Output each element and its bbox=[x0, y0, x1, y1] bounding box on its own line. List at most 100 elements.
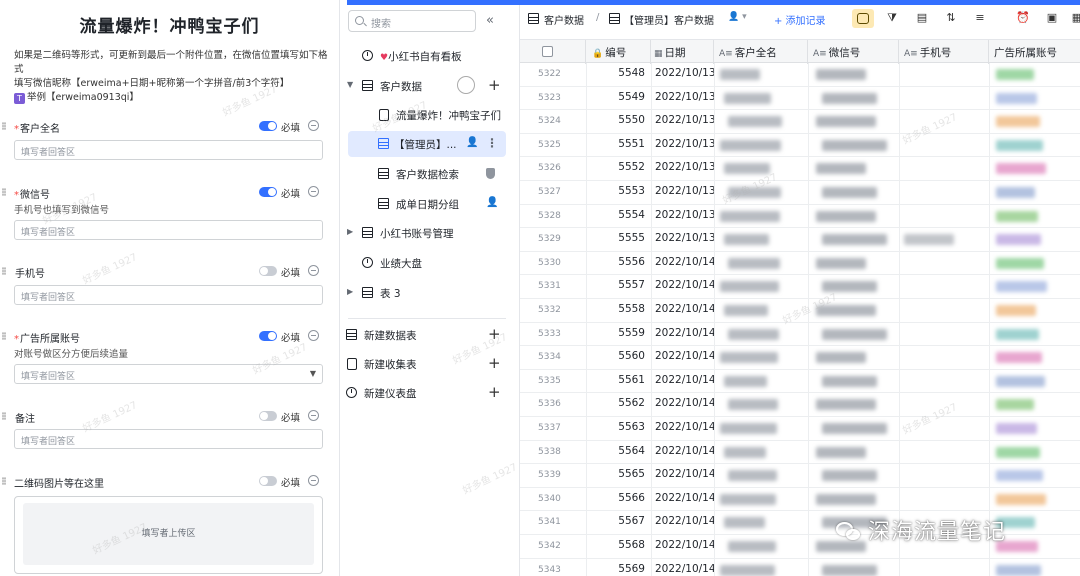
drag-handle-icon[interactable] bbox=[2, 188, 6, 196]
alarm-icon[interactable]: ⏰ bbox=[1016, 11, 1030, 25]
table-row[interactable]: 5326 5552 2022/10/13 bbox=[520, 157, 1080, 181]
table-row[interactable]: 5338 5564 2022/10/14 bbox=[520, 440, 1080, 465]
table-row[interactable]: 5340 5566 2022/10/14 bbox=[520, 487, 1080, 512]
new-datatable-button[interactable]: 新建数据表 + bbox=[340, 322, 506, 348]
cell-wechat-redacted[interactable] bbox=[822, 92, 877, 104]
table-row[interactable]: 5325 5551 2022/10/13 bbox=[520, 133, 1080, 158]
remove-field-icon[interactable] bbox=[308, 475, 319, 486]
cell-phone-redacted[interactable] bbox=[904, 234, 954, 246]
table-row[interactable]: 5336 5562 2022/10/14 bbox=[520, 393, 1080, 417]
cell-number[interactable]: 5563 bbox=[607, 421, 645, 433]
cell-wechat-redacted[interactable] bbox=[816, 493, 876, 505]
breadcrumb-root[interactable]: 客户数据 bbox=[544, 12, 584, 27]
cell-number[interactable]: 5564 bbox=[607, 445, 645, 457]
sort-icon[interactable]: ⇅ bbox=[944, 11, 958, 25]
new-form-button[interactable]: 新建收集表 + bbox=[340, 351, 506, 377]
cell-ad-account-redacted[interactable] bbox=[996, 139, 1043, 151]
cell-number[interactable]: 5562 bbox=[607, 397, 645, 409]
cell-customer-name-redacted[interactable] bbox=[724, 92, 771, 104]
table-row[interactable]: 5328 5554 2022/10/13 bbox=[520, 204, 1080, 229]
wechat-input[interactable]: 填写者回答区 bbox=[14, 220, 323, 240]
table-row[interactable]: 5330 5556 2022/10/14 bbox=[520, 251, 1080, 276]
cell-wechat-redacted[interactable] bbox=[816, 352, 866, 364]
nav-item-xhs-accounts[interactable]: ▶ 小红书账号管理 bbox=[340, 220, 506, 246]
cell-number[interactable]: 5560 bbox=[607, 350, 645, 362]
cell-customer-name-redacted[interactable] bbox=[728, 470, 777, 482]
cell-customer-name-redacted[interactable] bbox=[720, 281, 779, 293]
cell-customer-name-redacted[interactable] bbox=[728, 116, 782, 128]
cell-ad-account-redacted[interactable] bbox=[996, 234, 1041, 246]
column-header-number[interactable]: 🔒 编号 bbox=[586, 40, 651, 64]
customer-name-input[interactable]: 填写者回答区 bbox=[14, 140, 323, 160]
chevron-right-icon[interactable]: ▶ bbox=[347, 227, 353, 236]
cell-wechat-redacted[interactable] bbox=[822, 328, 887, 340]
cell-wechat-redacted[interactable] bbox=[816, 257, 866, 269]
table-row[interactable]: 5323 5549 2022/10/13 bbox=[520, 86, 1080, 111]
cell-customer-name-redacted[interactable] bbox=[728, 257, 780, 269]
remove-field-icon[interactable] bbox=[308, 186, 319, 197]
cell-customer-name-redacted[interactable] bbox=[728, 328, 779, 340]
cell-number[interactable]: 5565 bbox=[607, 468, 645, 480]
cell-ad-account-redacted[interactable] bbox=[996, 116, 1040, 128]
cell-customer-name-redacted[interactable] bbox=[724, 446, 766, 458]
cell-date[interactable]: 2022/10/14 bbox=[655, 374, 716, 386]
chevron-right-icon[interactable]: ▶ bbox=[347, 287, 353, 296]
cell-ad-account-redacted[interactable] bbox=[996, 470, 1043, 482]
column-header-ad-account[interactable]: 广告所属账号 bbox=[989, 40, 1080, 64]
cell-customer-name-redacted[interactable] bbox=[728, 541, 776, 552]
cell-date[interactable]: 2022/10/14 bbox=[655, 303, 716, 315]
required-toggle[interactable] bbox=[259, 187, 277, 197]
cell-customer-name-redacted[interactable] bbox=[720, 352, 778, 364]
nav-item-table3[interactable]: ▶ 表 3 bbox=[340, 280, 506, 306]
cell-ad-account-redacted[interactable] bbox=[996, 257, 1044, 269]
required-toggle[interactable] bbox=[259, 476, 277, 486]
table-row[interactable]: 5332 5558 2022/10/14 bbox=[520, 299, 1080, 323]
required-toggle[interactable] bbox=[259, 411, 277, 421]
table-row[interactable]: 5331 5557 2022/10/14 bbox=[520, 275, 1080, 299]
ad-account-select[interactable]: 填写者回答区 ▼ bbox=[14, 364, 323, 384]
nav-item-xhs-dashboard[interactable]: ♥小红书自有看板 bbox=[340, 43, 506, 69]
cell-number[interactable]: 5551 bbox=[607, 138, 645, 150]
cell-date[interactable]: 2022/10/14 bbox=[655, 563, 716, 575]
cell-number[interactable]: 5566 bbox=[607, 492, 645, 504]
cell-date[interactable]: 2022/10/13 bbox=[655, 209, 716, 221]
cell-number[interactable]: 5554 bbox=[607, 209, 645, 221]
group-icon[interactable]: ▤ bbox=[915, 11, 929, 25]
required-toggle[interactable] bbox=[259, 331, 277, 341]
cell-wechat-redacted[interactable] bbox=[822, 470, 877, 482]
column-header-date[interactable]: ▦ 日期 bbox=[651, 40, 714, 64]
cell-number[interactable]: 5559 bbox=[607, 327, 645, 339]
remove-field-icon[interactable] bbox=[308, 120, 319, 131]
nav-item-customer-search[interactable]: 客户数据检索 bbox=[340, 161, 506, 187]
cell-number[interactable]: 5548 bbox=[607, 67, 645, 79]
cell-wechat-redacted[interactable] bbox=[816, 116, 876, 128]
cell-number[interactable]: 5556 bbox=[607, 256, 645, 268]
cell-wechat-redacted[interactable] bbox=[822, 139, 887, 151]
cell-ad-account-redacted[interactable] bbox=[996, 281, 1047, 293]
cell-ad-account-redacted[interactable] bbox=[996, 328, 1039, 340]
cell-date[interactable]: 2022/10/13 bbox=[655, 161, 716, 173]
cell-customer-name-redacted[interactable] bbox=[728, 399, 778, 411]
cell-customer-name-redacted[interactable] bbox=[724, 375, 767, 387]
cell-date[interactable]: 2022/10/14 bbox=[655, 350, 716, 362]
nav-item-performance[interactable]: 业绩大盘 bbox=[340, 250, 506, 276]
search-input[interactable]: 搜索 bbox=[348, 10, 476, 32]
nav-item-customer-data[interactable]: ▼ 客户数据 + bbox=[340, 73, 506, 99]
cell-wechat-redacted[interactable] bbox=[816, 210, 876, 222]
view-settings-button[interactable] bbox=[852, 9, 874, 28]
nav-item-form-view[interactable]: 流量爆炸！冲鸭宝子们 bbox=[340, 102, 506, 128]
cell-ad-account-redacted[interactable] bbox=[996, 187, 1035, 198]
cell-ad-account-redacted[interactable] bbox=[996, 446, 1040, 458]
cell-number[interactable]: 5558 bbox=[607, 303, 645, 315]
remove-field-icon[interactable] bbox=[308, 410, 319, 421]
cell-ad-account-redacted[interactable] bbox=[996, 163, 1046, 175]
cell-date[interactable]: 2022/10/13 bbox=[655, 67, 716, 79]
upload-area[interactable]: 填写者上传区 bbox=[14, 496, 323, 574]
cell-date[interactable]: 2022/10/13 bbox=[655, 232, 716, 244]
cell-ad-account-redacted[interactable] bbox=[996, 305, 1036, 316]
plus-icon[interactable]: + bbox=[488, 325, 501, 343]
cell-wechat-redacted[interactable] bbox=[816, 69, 866, 80]
drag-handle-icon[interactable] bbox=[2, 332, 6, 340]
note-input[interactable]: 填写者回答区 bbox=[14, 429, 323, 449]
cell-number[interactable]: 5561 bbox=[607, 374, 645, 386]
